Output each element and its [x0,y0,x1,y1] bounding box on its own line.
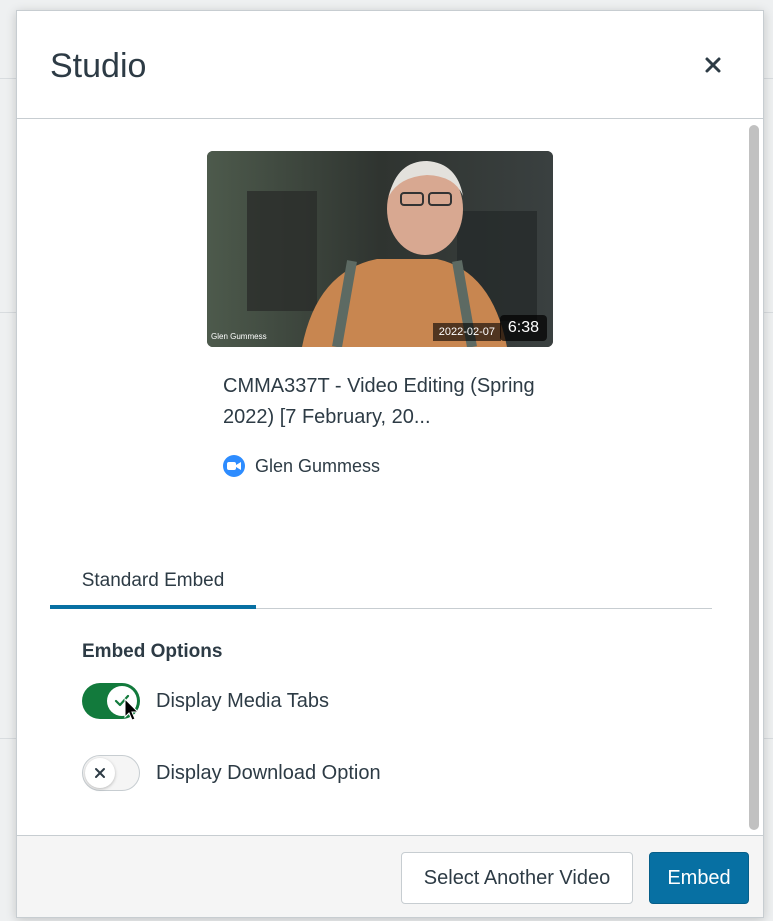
modal-header: Studio [17,11,763,119]
studio-modal: Studio Glen Gummess 2022-02-07 6:38 CMMA… [16,10,764,918]
display-download-option-row: Display Download Option [82,755,381,791]
display-download-option-label: Display Download Option [156,761,381,784]
scrollbar[interactable] [749,125,759,830]
embed-options-heading: Embed Options [82,641,223,662]
embed-tabs: Standard Embed [50,557,712,609]
video-title: CMMA337T - Video Editing (Spring 2022) [… [223,375,535,428]
modal-title: Studio [50,47,147,85]
owner-name: Glen Gummess [255,455,381,476]
close-button[interactable] [697,49,729,81]
display-download-option-toggle[interactable] [82,755,140,791]
select-another-video-button[interactable]: Select Another Video [401,852,633,904]
date-overlay: 2022-02-07 [432,323,501,341]
display-media-tabs-label: Display Media Tabs [156,689,330,712]
display-media-tabs-row: Display Media Tabs [82,683,329,719]
modal-footer: Select Another Video Embed [17,835,763,917]
video-owner: Glen Gummess [223,455,380,477]
video-duration-badge: 6:38 [499,315,547,341]
video-thumbnail[interactable]: Glen Gummess 2022-02-07 6:38 [207,151,553,347]
tab-standard-embed[interactable]: Standard Embed [50,557,256,609]
camera-name-overlay: Glen Gummess [211,332,267,341]
zoom-icon [223,455,245,477]
toggle-knob [85,758,115,788]
mouse-cursor-icon [124,698,140,721]
close-icon [705,57,721,73]
x-icon [95,768,105,778]
modal-body: Glen Gummess 2022-02-07 6:38 CMMA337T - … [17,119,763,835]
embed-button[interactable]: Embed [649,852,749,904]
